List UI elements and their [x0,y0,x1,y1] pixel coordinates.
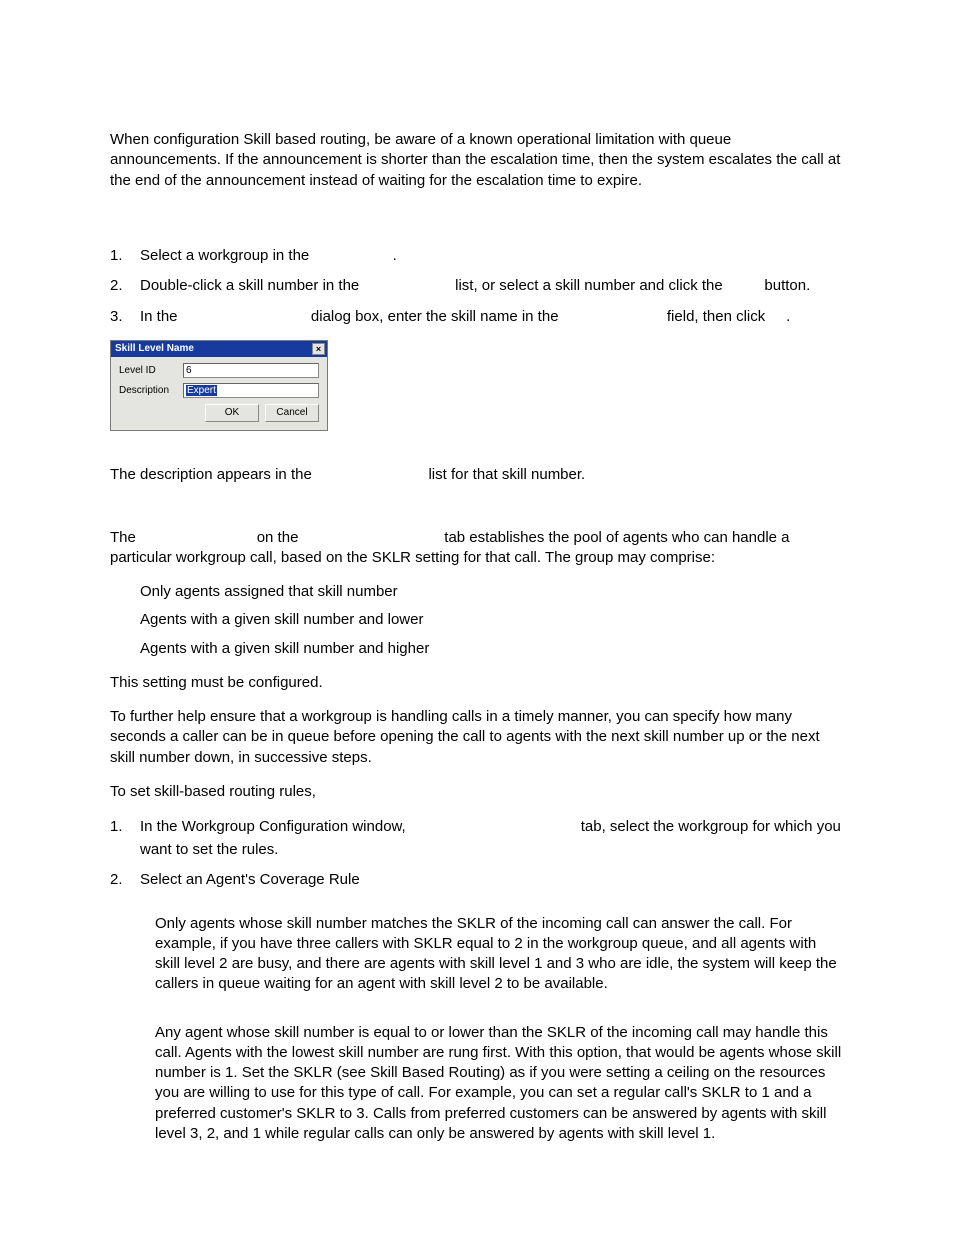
step-number: 2. [110,275,140,298]
must-configure: This setting must be configured. [110,673,844,693]
after-dialog-text: The description appears in the list for … [110,465,844,485]
ok-button[interactable]: OK [205,404,259,422]
step-number: 1. [110,816,140,861]
bullet-item: Agents with a given skill number and low… [110,610,844,630]
close-icon[interactable]: × [312,343,325,355]
level-id-field[interactable]: 6 [183,363,319,378]
coverage-intro: The on the tab establishes the pool of a… [110,528,844,569]
cancel-button[interactable]: Cancel [265,404,319,422]
skill-level-name-dialog: Skill Level Name × Level ID 6 Descriptio… [110,340,328,431]
step-text: In the dialog box, enter the skill name … [140,306,844,329]
dialog-titlebar: Skill Level Name × [111,341,327,357]
step-text: In the Workgroup Configuration window, t… [140,816,844,861]
description-label: Description [119,385,177,396]
step-text: Double-click a skill number in the list,… [140,275,844,298]
coverage-detail-exact: Only agents whose skill number matches t… [110,914,844,995]
description-field[interactable]: Expert [183,383,319,398]
step-number: 3. [110,306,140,329]
bullet-item: Agents with a given skill number and hig… [110,639,844,659]
step-text: Select an Agent's Coverage Rule [140,869,844,892]
to-set-intro: To set skill-based routing rules, [110,782,844,802]
coverage-detail-lower: Any agent whose skill number is equal to… [110,1023,844,1145]
step-number: 2. [110,869,140,892]
level-id-label: Level ID [119,365,177,376]
step-text: Select a workgroup in the . [140,245,844,268]
bullet-item: Only agents assigned that skill number [110,582,844,602]
dialog-title: Skill Level Name [115,342,194,356]
steps-set-rules: 1. In the Workgroup Configuration window… [110,816,844,892]
steps-naming-skills: 1. Select a workgroup in the . 2. Double… [110,245,844,329]
further-help: To further help ensure that a workgroup … [110,707,844,768]
step-number: 1. [110,245,140,268]
intro-paragraph: When configuration Skill based routing, … [110,130,844,191]
